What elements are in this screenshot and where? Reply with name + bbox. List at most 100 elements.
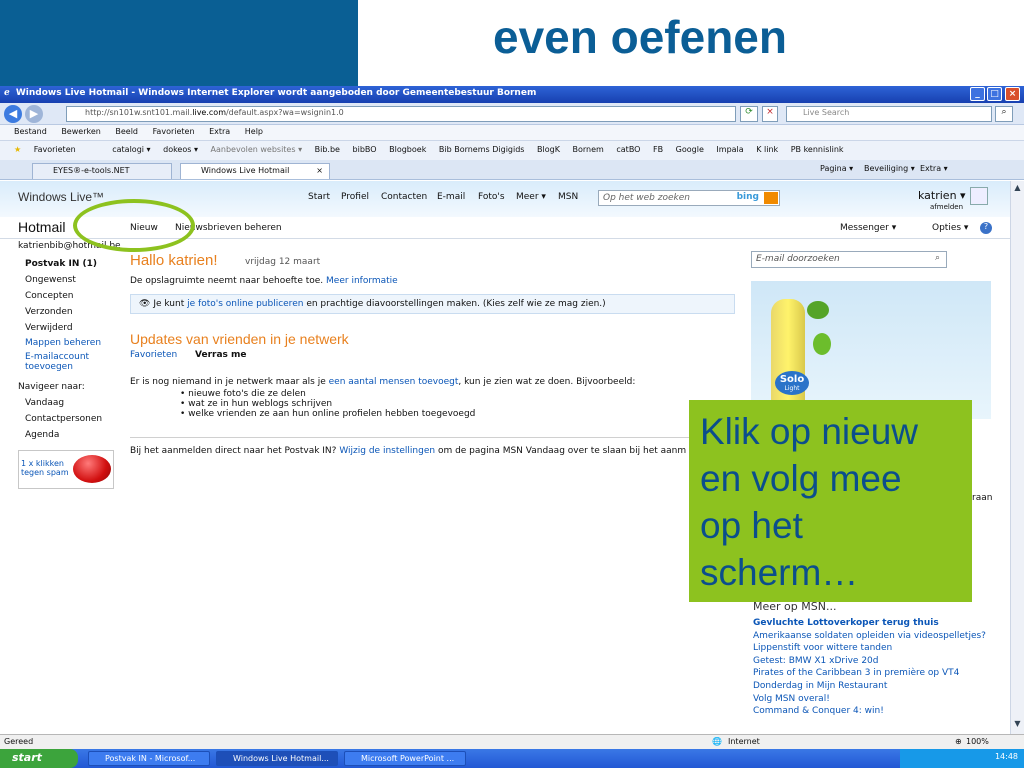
list-item: • nieuwe foto's die ze delen: [180, 389, 306, 399]
menu-file[interactable]: Bestand: [14, 127, 47, 136]
change-settings-link[interactable]: Wijzig de instellingen: [339, 446, 435, 456]
menu-edit[interactable]: Bewerken: [61, 127, 101, 136]
fav-catbo[interactable]: catBO: [616, 145, 640, 154]
menu-favorites[interactable]: Favorieten: [153, 127, 195, 136]
list-item: • wat ze in hun weblogs schrijven: [180, 399, 333, 409]
tip-photos-link[interactable]: je foto's online publiceren: [187, 299, 303, 309]
add-people-link[interactable]: een aantal mensen toevoegt: [329, 377, 459, 387]
msn-headline[interactable]: Gevluchte Lottoverkoper terug thuis: [753, 617, 986, 630]
fav-bibbo[interactable]: bibBO: [353, 145, 377, 154]
folder-inbox[interactable]: Postvak IN (1): [25, 259, 97, 269]
spam-button[interactable]: 1 x klikken tegen spam: [18, 450, 114, 489]
folder-sent[interactable]: Verzonden: [25, 307, 73, 317]
filter-favorites[interactable]: Favorieten: [130, 350, 177, 360]
maximize-button[interactable]: □: [987, 87, 1002, 101]
storage-more-info-link[interactable]: Meer informatie: [326, 276, 398, 286]
help-icon[interactable]: ?: [980, 222, 992, 234]
fav-google[interactable]: Google: [676, 145, 704, 154]
manage-folders-link[interactable]: Mappen beheren: [25, 338, 101, 348]
scroll-up-icon[interactable]: ▲: [1012, 183, 1023, 195]
search-icon[interactable]: ⌕: [935, 253, 940, 263]
network-pre: Er is nog niemand in je netwerk maar als…: [130, 377, 326, 387]
add-account-link[interactable]: E-mailaccount toevoegen: [25, 352, 105, 372]
avatar[interactable]: [970, 187, 988, 205]
address-input[interactable]: http://sn101w.snt101.mail.live.com/defau…: [66, 106, 736, 122]
task-powerpoint[interactable]: Microsoft PowerPoint ...: [344, 751, 466, 766]
search-go-icon[interactable]: ⌕: [995, 106, 1013, 122]
menu-tools[interactable]: Extra: [209, 127, 230, 136]
fav-aanbevolen[interactable]: Aanbevolen websites ▾: [211, 145, 303, 154]
folder-junk[interactable]: Ongewenst: [25, 275, 76, 285]
msn-link[interactable]: Pirates of the Caribbean 3 in première o…: [753, 667, 986, 680]
options-menu[interactable]: Opties ▾: [932, 223, 968, 233]
mail-search-input[interactable]: E-mail doorzoeken ⌕: [751, 251, 947, 268]
favorites-button[interactable]: ★ Favorieten: [14, 145, 86, 154]
minimize-button[interactable]: _: [970, 87, 985, 101]
fav-bib-be[interactable]: Bib.be: [315, 145, 340, 154]
user-menu[interactable]: katrien ▾: [918, 189, 966, 202]
hotmail-title: Hotmail: [18, 219, 66, 235]
msn-link[interactable]: Donderdag in Mijn Restaurant: [753, 680, 986, 693]
live-search-input[interactable]: Live Search: [786, 106, 992, 122]
messenger-menu[interactable]: Messenger ▾: [840, 223, 896, 233]
nav-contacts[interactable]: Contacten: [381, 192, 427, 202]
back-button[interactable]: ◀: [4, 105, 22, 123]
folder-drafts[interactable]: Concepten: [25, 291, 73, 301]
task-outlook[interactable]: Postvak IN - Microsof...: [88, 751, 210, 766]
scroll-down-icon[interactable]: ▼: [1012, 719, 1023, 731]
tab-eyes[interactable]: EYES®-e-tools.NET: [32, 163, 172, 179]
fav-dokeos[interactable]: dokeos ▾: [163, 145, 198, 154]
nav-email[interactable]: E-mail: [437, 192, 465, 202]
menu-view[interactable]: Beeld: [115, 127, 138, 136]
nav-more[interactable]: Meer ▾: [516, 192, 546, 202]
nav-today[interactable]: Vandaag: [25, 398, 64, 408]
close-button[interactable]: ×: [1005, 87, 1020, 101]
web-search-input[interactable]: Op het web zoeken bing: [598, 190, 780, 206]
msn-link[interactable]: Getest: BMW X1 xDrive 20d: [753, 655, 986, 668]
fav-impala[interactable]: Impala: [716, 145, 743, 154]
signout-link[interactable]: afmelden: [930, 203, 963, 211]
fav-bornem[interactable]: Bornem: [573, 145, 604, 154]
refresh-button[interactable]: ⟳: [740, 106, 758, 122]
web-search-button[interactable]: [764, 192, 778, 204]
fav-k-link[interactable]: K link: [756, 145, 778, 154]
nav-photos[interactable]: Foto's: [478, 192, 505, 202]
fav-blogk[interactable]: BlogK: [537, 145, 560, 154]
live-search-placeholder: Live Search: [803, 108, 850, 117]
windows-live-logo[interactable]: Windows Live™: [18, 190, 104, 204]
menu-help[interactable]: Help: [245, 127, 263, 136]
tool-security[interactable]: Beveiliging ▾: [864, 164, 915, 173]
msn-link[interactable]: Command & Conquer 4: win!: [753, 705, 986, 718]
vertical-scrollbar[interactable]: ▲ ▼: [1010, 181, 1024, 734]
nav-profile[interactable]: Profiel: [341, 192, 369, 202]
stop-button[interactable]: ×: [762, 106, 778, 122]
zoom-icon[interactable]: ⊕: [955, 737, 962, 746]
folder-deleted[interactable]: Verwijderd: [25, 323, 73, 333]
zoom-level[interactable]: 100%: [966, 737, 989, 746]
nav-msn[interactable]: MSN: [558, 192, 578, 202]
msn-link[interactable]: Amerikaanse soldaten opleiden via videos…: [753, 630, 986, 643]
task-hotmail-label: Windows Live Hotmail...: [233, 754, 329, 763]
fav-blogboek[interactable]: Blogboek: [389, 145, 426, 154]
fav-catalogi[interactable]: catalogi ▾: [112, 145, 150, 154]
solo-ad[interactable]: Solo Light: [751, 281, 991, 419]
fav-digigids[interactable]: Bib Bornems Digigids: [439, 145, 525, 154]
tool-extra[interactable]: Extra ▾: [920, 164, 948, 173]
tab-close-icon[interactable]: ×: [316, 166, 323, 175]
forward-button[interactable]: ▶: [25, 105, 43, 123]
tab-hotmail[interactable]: Windows Live Hotmail ×: [180, 163, 330, 179]
fav-fb[interactable]: FB: [653, 145, 663, 154]
msn-link[interactable]: Lippenstift voor wittere tanden: [753, 642, 986, 655]
footer-post: om de pagina MSN Vandaag over te slaan b…: [437, 446, 687, 456]
nav-contactpersons[interactable]: Contactpersonen: [25, 414, 102, 424]
nav-calendar[interactable]: Agenda: [25, 430, 59, 440]
nav-start[interactable]: Start: [308, 192, 330, 202]
tool-page[interactable]: Pagina ▾: [820, 164, 853, 173]
msn-link[interactable]: Volg MSN overal!: [753, 693, 986, 706]
menu-bar: Bestand Bewerken Beeld Favorieten Extra …: [0, 125, 1024, 140]
task-hotmail[interactable]: Windows Live Hotmail...: [216, 751, 338, 766]
fav-pb-kennislink[interactable]: PB kennislink: [791, 145, 844, 154]
start-button[interactable]: start: [0, 749, 78, 768]
filter-surprise[interactable]: Verras me: [195, 350, 247, 360]
bullet-text: welke vrienden ze aan hun online profiel…: [188, 409, 476, 419]
